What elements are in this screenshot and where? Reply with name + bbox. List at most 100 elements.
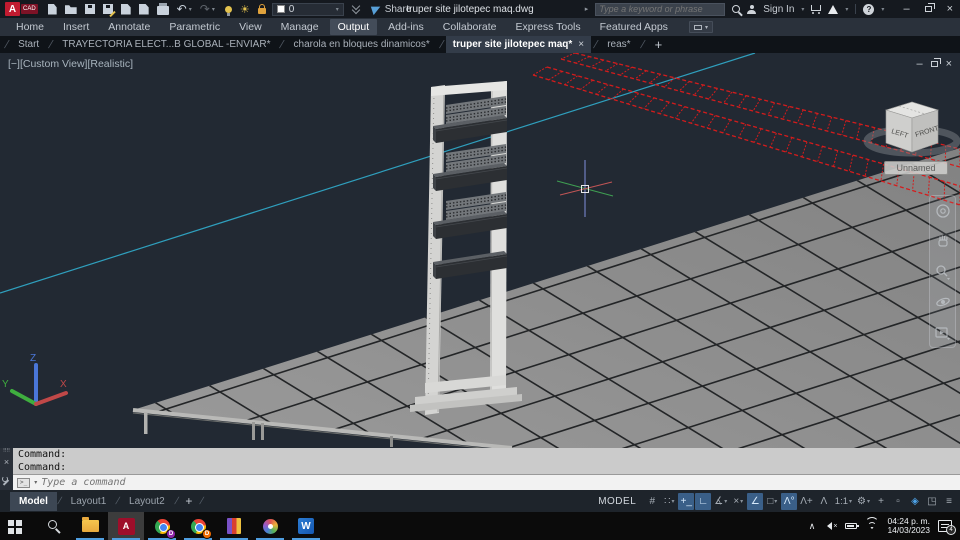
chevron-down-icon[interactable]: ▾ bbox=[212, 6, 215, 13]
chevron-down-icon[interactable]: ▾ bbox=[774, 498, 777, 505]
orbit-icon[interactable] bbox=[935, 294, 951, 310]
file-tab-start[interactable]: Start bbox=[11, 36, 46, 53]
new-drawing-tab-button[interactable]: + bbox=[647, 37, 671, 52]
chrome-profile-2[interactable]: D bbox=[180, 512, 216, 540]
store-cart-icon[interactable] bbox=[811, 5, 822, 14]
dynamic-input-button[interactable]: +_ bbox=[678, 492, 695, 510]
search-icon[interactable] bbox=[732, 5, 741, 13]
new-file-icon[interactable] bbox=[47, 3, 57, 15]
chevron-down-icon[interactable]: ▾ bbox=[740, 498, 743, 505]
sign-in-chevron-icon[interactable]: ▾ bbox=[801, 6, 804, 13]
battery-icon[interactable] bbox=[845, 523, 860, 529]
ribbon-tab-parametric[interactable]: Parametric bbox=[161, 19, 228, 35]
ortho-mode-button[interactable]: ∟ bbox=[695, 492, 712, 510]
chevron-down-icon[interactable]: ▾ bbox=[671, 498, 674, 505]
wifi-icon[interactable] bbox=[865, 517, 880, 531]
quick-access-overflow-icon[interactable] bbox=[352, 5, 360, 13]
viewport-visual-style-control[interactable]: [Realistic] bbox=[87, 58, 133, 70]
undo-icon[interactable]: ↶ ▾ bbox=[177, 3, 192, 15]
autocad-app[interactable]: A bbox=[108, 512, 144, 540]
file-tab-charola-en-bloques-dinamicos[interactable]: charola en bloques dinamicos* bbox=[287, 36, 437, 53]
search-input[interactable] bbox=[599, 4, 722, 14]
collapse-arrow-icon[interactable]: ▸ bbox=[585, 5, 589, 13]
drawing-restore-button[interactable] bbox=[930, 58, 941, 67]
object-snap-button[interactable]: □ ▾ bbox=[764, 493, 780, 510]
command-recent-chevron-icon[interactable]: ▾ bbox=[34, 479, 37, 486]
lock-icon[interactable] bbox=[257, 3, 266, 14]
viewport-view-control[interactable]: [Custom View] bbox=[20, 58, 88, 70]
command-prompt-icon[interactable]: >_ bbox=[17, 477, 31, 488]
redo-icon[interactable]: ↷ ▾ bbox=[200, 3, 215, 15]
ribbon-tab-add-ins[interactable]: Add-ins bbox=[380, 19, 432, 35]
annotation-scale-icon-button[interactable]: Λ bbox=[816, 493, 832, 510]
grid-display-button[interactable]: # bbox=[644, 493, 660, 510]
drawing-viewport[interactable]: LEFT FRONT Z Y X [−] [Custom View] [Real… bbox=[0, 53, 960, 448]
layout-tab-model[interactable]: Model bbox=[10, 491, 57, 511]
share-button[interactable]: Share bbox=[370, 3, 411, 15]
pan-hand-icon[interactable] bbox=[935, 233, 951, 249]
annotation-visibility-button[interactable]: Λ° bbox=[781, 492, 798, 510]
wrench-icon[interactable] bbox=[2, 476, 11, 486]
navigation-wheel-icon[interactable] bbox=[935, 203, 951, 219]
restore-button[interactable] bbox=[924, 3, 935, 12]
chevron-down-icon[interactable]: ▾ bbox=[867, 498, 870, 505]
file-explorer[interactable] bbox=[72, 512, 108, 540]
file-tab-trayectoria-elect-b-global-enviar[interactable]: TRAYECTORIA ELECT...B GLOBAL -ENVIAR* bbox=[55, 36, 277, 53]
object-snap-tracking-button[interactable]: ∠ bbox=[747, 492, 764, 510]
layer-dropdown[interactable]: 0 ▾ bbox=[271, 2, 344, 16]
annotation-scale-button[interactable]: 1:1 ▾ bbox=[833, 493, 854, 510]
command-input[interactable] bbox=[41, 477, 956, 488]
winrar[interactable] bbox=[216, 512, 252, 540]
ribbon-tab-view[interactable]: View bbox=[231, 19, 270, 35]
autoscale-button[interactable]: Λ+ bbox=[798, 493, 815, 510]
file-tab-reas[interactable]: reas* bbox=[600, 36, 637, 53]
zoom-icon[interactable] bbox=[934, 264, 952, 280]
ribbon-display-toggle[interactable]: ▾ bbox=[688, 21, 713, 33]
help-icon[interactable]: ? bbox=[863, 3, 875, 15]
speaker-muted-icon[interactable]: × bbox=[823, 522, 837, 530]
print-icon[interactable] bbox=[156, 2, 169, 15]
ribbon-tab-manage[interactable]: Manage bbox=[273, 19, 327, 35]
minimize-button[interactable]: – bbox=[899, 3, 913, 15]
lightbulb-icon[interactable] bbox=[224, 5, 232, 16]
taskbar-clock[interactable]: 04:24 p. m. 14/03/2023 bbox=[887, 516, 930, 536]
ribbon-tab-express-tools[interactable]: Express Tools bbox=[507, 19, 588, 35]
search-field[interactable] bbox=[595, 2, 726, 16]
file-tab-truper-site-jilotepec-maq[interactable]: truper site jilotepec maq* × bbox=[445, 36, 592, 53]
brightness-icon[interactable]: ☀ bbox=[240, 3, 250, 16]
autodesk-chevron-icon[interactable]: ▾ bbox=[845, 6, 848, 13]
paint[interactable] bbox=[252, 512, 288, 540]
showmotion-icon[interactable] bbox=[934, 324, 952, 340]
close-tab-icon[interactable]: × bbox=[578, 39, 584, 50]
palette-grip-handle[interactable]: ⠿⠿ bbox=[3, 449, 10, 454]
model-space-button[interactable]: MODEL bbox=[598, 496, 636, 507]
export-icon[interactable] bbox=[138, 3, 149, 15]
polar-tracking-button[interactable]: ∡ ▾ bbox=[712, 493, 729, 510]
chevron-down-icon[interactable]: ▾ bbox=[724, 498, 727, 505]
autocad-logo-icon[interactable]: A CAD bbox=[5, 2, 38, 16]
chevron-down-icon[interactable]: ▾ bbox=[849, 498, 852, 505]
ribbon-tab-collaborate[interactable]: Collaborate bbox=[435, 19, 505, 35]
plot-icon[interactable] bbox=[120, 3, 131, 15]
isometric-drafting-button[interactable]: × ▾ bbox=[730, 493, 746, 510]
view-name-badge[interactable]: Unnamed bbox=[884, 161, 948, 175]
isolate-objects-button[interactable]: ▫ bbox=[890, 493, 906, 510]
customize-plus-button[interactable]: + bbox=[873, 493, 889, 510]
user-icon[interactable] bbox=[747, 4, 757, 14]
clean-screen-button[interactable]: ◳ bbox=[924, 493, 940, 510]
viewport-minimize-control[interactable]: [−] bbox=[8, 58, 20, 70]
start-button[interactable] bbox=[0, 512, 36, 540]
autodesk-icon[interactable] bbox=[828, 4, 839, 14]
ribbon-tab-home[interactable]: Home bbox=[8, 19, 52, 35]
snap-mode-button[interactable]: ∷ ▾ bbox=[661, 493, 677, 510]
chrome-profile-1[interactable]: D bbox=[144, 512, 180, 540]
save-icon[interactable] bbox=[84, 4, 95, 14]
chevron-down-icon[interactable]: ▾ bbox=[189, 6, 192, 13]
open-folder-icon[interactable] bbox=[64, 4, 77, 14]
save-as-icon[interactable] bbox=[102, 4, 113, 14]
drawing-minimize-button[interactable]: – bbox=[916, 58, 922, 70]
new-layout-button[interactable]: + bbox=[178, 494, 199, 508]
layout-tab-layout2[interactable]: Layout2 bbox=[120, 492, 174, 511]
ribbon-tab-insert[interactable]: Insert bbox=[55, 19, 97, 35]
tray-expand-icon[interactable]: ∧ bbox=[809, 521, 816, 532]
